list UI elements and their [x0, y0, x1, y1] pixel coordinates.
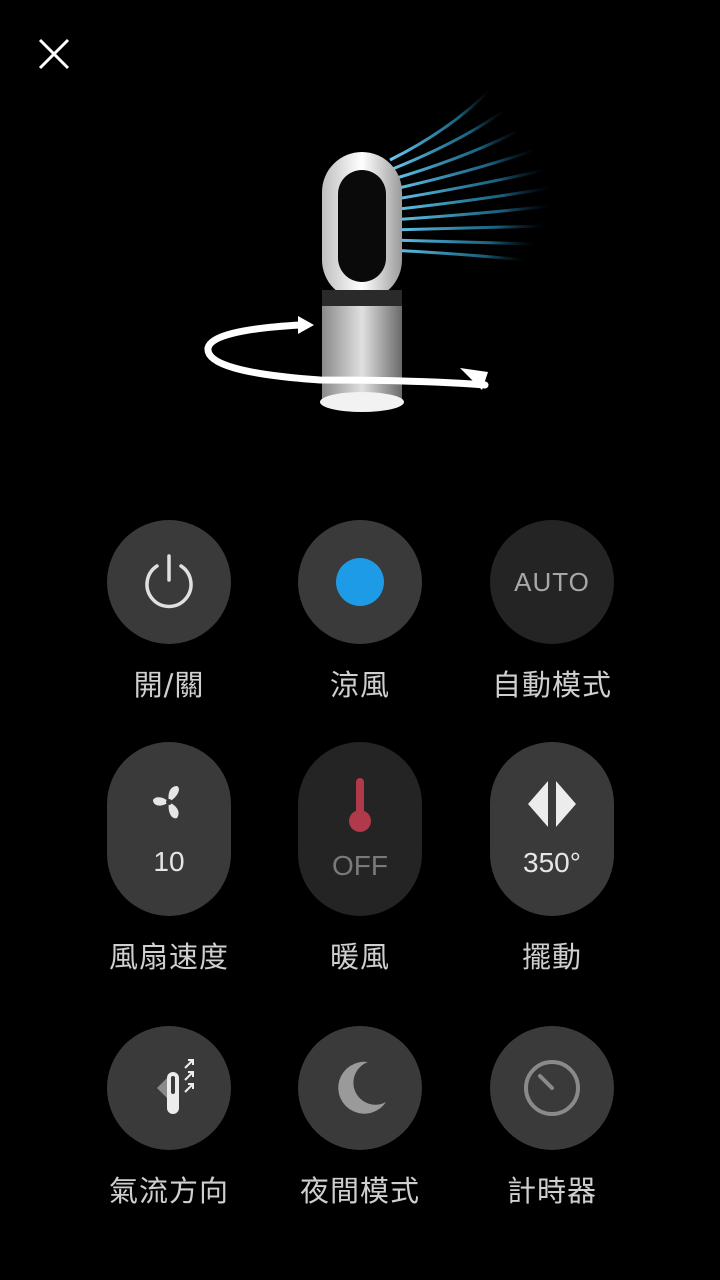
fan-speed-label: 風扇速度	[108, 940, 229, 974]
controls-grid: 開/關 涼風 AUTO 自動模式 10 風扇速度 OFF 暖風 350° 擺動 …	[0, 0, 720, 1280]
timer-label: 計時器	[506, 1174, 597, 1208]
blue-dot-icon	[336, 558, 384, 606]
night-label: 夜間模式	[299, 1174, 420, 1208]
fan-speed-button[interactable]: 10	[107, 742, 231, 916]
heat-control: OFF 暖風	[298, 742, 422, 976]
oscillation-control: 350° 擺動	[490, 742, 614, 976]
power-label: 開/關	[133, 668, 205, 702]
moon-icon	[338, 1061, 386, 1114]
heat-button[interactable]: OFF	[298, 742, 422, 916]
cool-control: 涼風	[298, 520, 422, 704]
timer-control: 計時器	[490, 1026, 614, 1210]
auto-text: AUTO	[514, 566, 590, 597]
airflow-direction-icon	[157, 1059, 194, 1114]
oscillation-arrows-icon	[528, 781, 576, 827]
power-control: 開/關	[107, 520, 231, 704]
thermometer-icon	[349, 778, 371, 832]
cool-label: 涼風	[329, 668, 390, 702]
airflow-button[interactable]	[107, 1026, 231, 1150]
auto-control: AUTO 自動模式	[490, 520, 614, 704]
oscillation-button[interactable]: 350°	[490, 742, 614, 916]
night-control: 夜間模式	[298, 1026, 422, 1210]
airflow-control: 氣流方向	[107, 1026, 231, 1210]
fan-speed-value: 10	[153, 846, 185, 877]
airflow-label: 氣流方向	[108, 1174, 229, 1208]
heat-value: OFF	[332, 850, 388, 881]
heat-label: 暖風	[329, 940, 390, 974]
fan-icon	[153, 786, 179, 819]
power-icon	[145, 554, 193, 609]
oscillation-label: 擺動	[521, 940, 582, 974]
power-button[interactable]	[107, 520, 231, 644]
timer-button[interactable]	[490, 1026, 614, 1150]
cool-button[interactable]	[298, 520, 422, 644]
oscillation-value: 350°	[523, 847, 581, 878]
night-mode-button[interactable]	[298, 1026, 422, 1150]
timer-icon	[524, 1060, 580, 1116]
auto-label: 自動模式	[491, 668, 612, 702]
fan-speed-control: 10 風扇速度	[107, 742, 231, 976]
auto-button[interactable]: AUTO	[490, 520, 614, 644]
